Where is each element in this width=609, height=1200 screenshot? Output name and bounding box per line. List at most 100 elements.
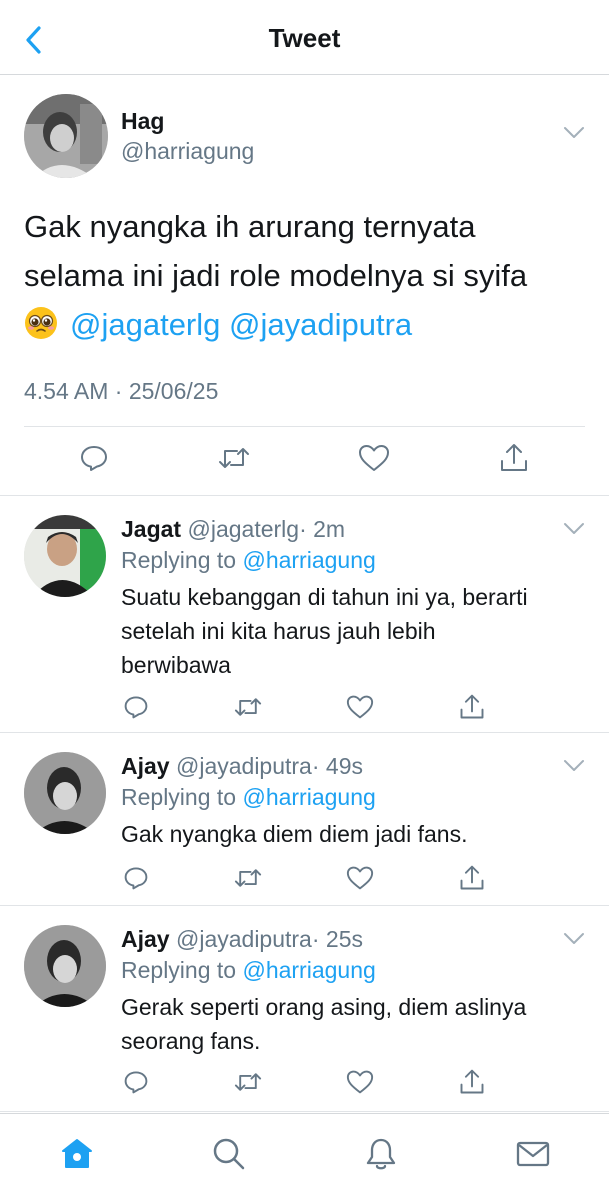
reply-header: Jagat @jagaterlg· 2m <box>121 516 345 543</box>
reply-text: Gerak seperti orang asing, diem aslinya … <box>121 990 581 1058</box>
like-button[interactable] <box>352 436 396 480</box>
tab-home[interactable] <box>53 1130 101 1178</box>
page-title: Tweet <box>268 23 341 53</box>
reply-icon <box>124 696 148 719</box>
top-bar: Tweet <box>0 0 609 75</box>
share-icon <box>460 694 484 719</box>
like-button[interactable] <box>340 858 380 898</box>
search-icon <box>213 1138 245 1170</box>
reply-tweet[interactable]: Jagat @jagaterlg· 2m Replying to @harria… <box>0 497 609 733</box>
reply-time: · 49s <box>311 753 363 779</box>
retweet-icon <box>234 698 262 716</box>
tweet-timestamp: 4.54 AM · 25/06/25 <box>24 378 219 404</box>
tweet-text-line: @jagaterlg @jayadiputra <box>24 300 589 349</box>
reply-tweet[interactable]: Ajay @jayadiputra· 49s Replying to @harr… <box>0 734 609 906</box>
tweet-options-button[interactable] <box>563 126 585 145</box>
author-handle[interactable]: @jagaterlg <box>187 516 299 542</box>
chevron-down-icon <box>564 523 584 534</box>
mention-link[interactable]: @jayadiputra <box>229 307 412 342</box>
share-icon <box>460 1069 484 1094</box>
reply-button[interactable] <box>116 858 156 898</box>
pleading-face-emoji <box>25 307 57 339</box>
reply-text-line: berwibawa <box>121 652 231 678</box>
reply-tweet[interactable]: Ajay @jayadiputra· 25s Replying to @harr… <box>0 907 609 1112</box>
share-button[interactable] <box>452 1062 492 1102</box>
retweet-button[interactable] <box>228 1062 268 1102</box>
reply-text-line: seorang fans. <box>121 1028 261 1054</box>
mention-link[interactable]: @jagaterlg <box>70 307 220 342</box>
tweet-text-line: selama ini jadi role modelnya si syifa <box>24 258 528 293</box>
replying-to-label: Replying to <box>121 784 237 810</box>
chevron-down-icon <box>564 760 584 771</box>
chevron-down-icon <box>564 933 584 944</box>
reply-text: Gak nyangka diem diem jadi fans. <box>121 817 581 851</box>
reply-icon <box>124 1071 148 1094</box>
share-icon <box>460 865 484 890</box>
divider <box>24 426 585 427</box>
reply-button[interactable] <box>72 436 116 480</box>
reply-time: · 25s <box>311 926 363 952</box>
tab-messages[interactable] <box>509 1130 557 1178</box>
reply-text-line: Suatu kebanggan di tahun ini ya, berarti <box>121 584 528 610</box>
tweet-actions <box>0 436 609 486</box>
tweet-text-line: Gak nyangka ih arurang ternyata <box>24 209 476 244</box>
reply-text-line: setelah ini kita harus jauh lebih <box>121 618 436 644</box>
tweet-options-button[interactable] <box>563 522 585 541</box>
reply-time: · 2m <box>299 516 346 542</box>
reply-text: Suatu kebanggan di tahun ini ya, berarti… <box>121 580 581 682</box>
retweet-icon <box>219 448 249 468</box>
retweet-button[interactable] <box>228 858 268 898</box>
mention-link[interactable]: @harriagung <box>242 547 375 573</box>
replying-to: Replying to @harriagung <box>121 957 376 984</box>
avatar[interactable] <box>24 752 106 834</box>
tweet-actions <box>0 1062 609 1102</box>
reply-text-line: Gak nyangka diem diem jadi fans. <box>121 821 468 847</box>
tweet-options-button[interactable] <box>563 759 585 778</box>
replying-to: Replying to @harriagung <box>121 784 376 811</box>
heart-icon <box>346 866 374 890</box>
bell-icon <box>366 1138 396 1170</box>
replying-to-label: Replying to <box>121 957 237 983</box>
author-name[interactable]: Hag <box>121 108 164 135</box>
mention-link[interactable]: @harriagung <box>242 957 375 983</box>
mail-icon <box>516 1141 550 1167</box>
replying-to-label: Replying to <box>121 547 237 573</box>
avatar[interactable] <box>24 925 106 1007</box>
tweet-text: Gak nyangka ih arurang ternyata selama i… <box>24 202 589 349</box>
retweet-icon <box>234 1073 262 1091</box>
replying-to: Replying to @harriagung <box>121 547 376 574</box>
tab-notifications[interactable] <box>357 1130 405 1178</box>
tweet-actions <box>0 687 609 727</box>
tweet-options-button[interactable] <box>563 932 585 951</box>
author-handle[interactable]: @jayadiputra <box>176 753 312 779</box>
share-button[interactable] <box>452 858 492 898</box>
reply-button[interactable] <box>116 687 156 727</box>
author-handle[interactable]: @harriagung <box>121 138 254 165</box>
author-handle[interactable]: @jayadiputra <box>176 926 312 952</box>
share-button[interactable] <box>492 436 536 480</box>
reply-icon <box>81 446 107 471</box>
bottom-tab-bar <box>0 1113 609 1200</box>
tab-search[interactable] <box>205 1130 253 1178</box>
retweet-button[interactable] <box>228 687 268 727</box>
mention-link[interactable]: @harriagung <box>242 784 375 810</box>
reply-header: Ajay @jayadiputra· 49s <box>121 753 363 780</box>
author-name[interactable]: Ajay <box>121 753 170 779</box>
avatar[interactable] <box>24 94 108 178</box>
like-button[interactable] <box>340 687 380 727</box>
tweet-actions <box>0 858 609 898</box>
reply-header: Ajay @jayadiputra· 25s <box>121 926 363 953</box>
reply-icon <box>124 867 148 890</box>
author-name[interactable]: Ajay <box>121 926 170 952</box>
heart-icon <box>346 1070 374 1094</box>
main-tweet: Hag @harriagung Gak nyangka ih arurang t… <box>0 76 609 496</box>
retweet-icon <box>234 869 262 887</box>
author-name[interactable]: Jagat <box>121 516 181 542</box>
home-icon <box>62 1139 92 1168</box>
like-button[interactable] <box>340 1062 380 1102</box>
reply-button[interactable] <box>116 1062 156 1102</box>
share-icon <box>501 444 527 471</box>
retweet-button[interactable] <box>212 436 256 480</box>
avatar[interactable] <box>24 515 106 597</box>
share-button[interactable] <box>452 687 492 727</box>
